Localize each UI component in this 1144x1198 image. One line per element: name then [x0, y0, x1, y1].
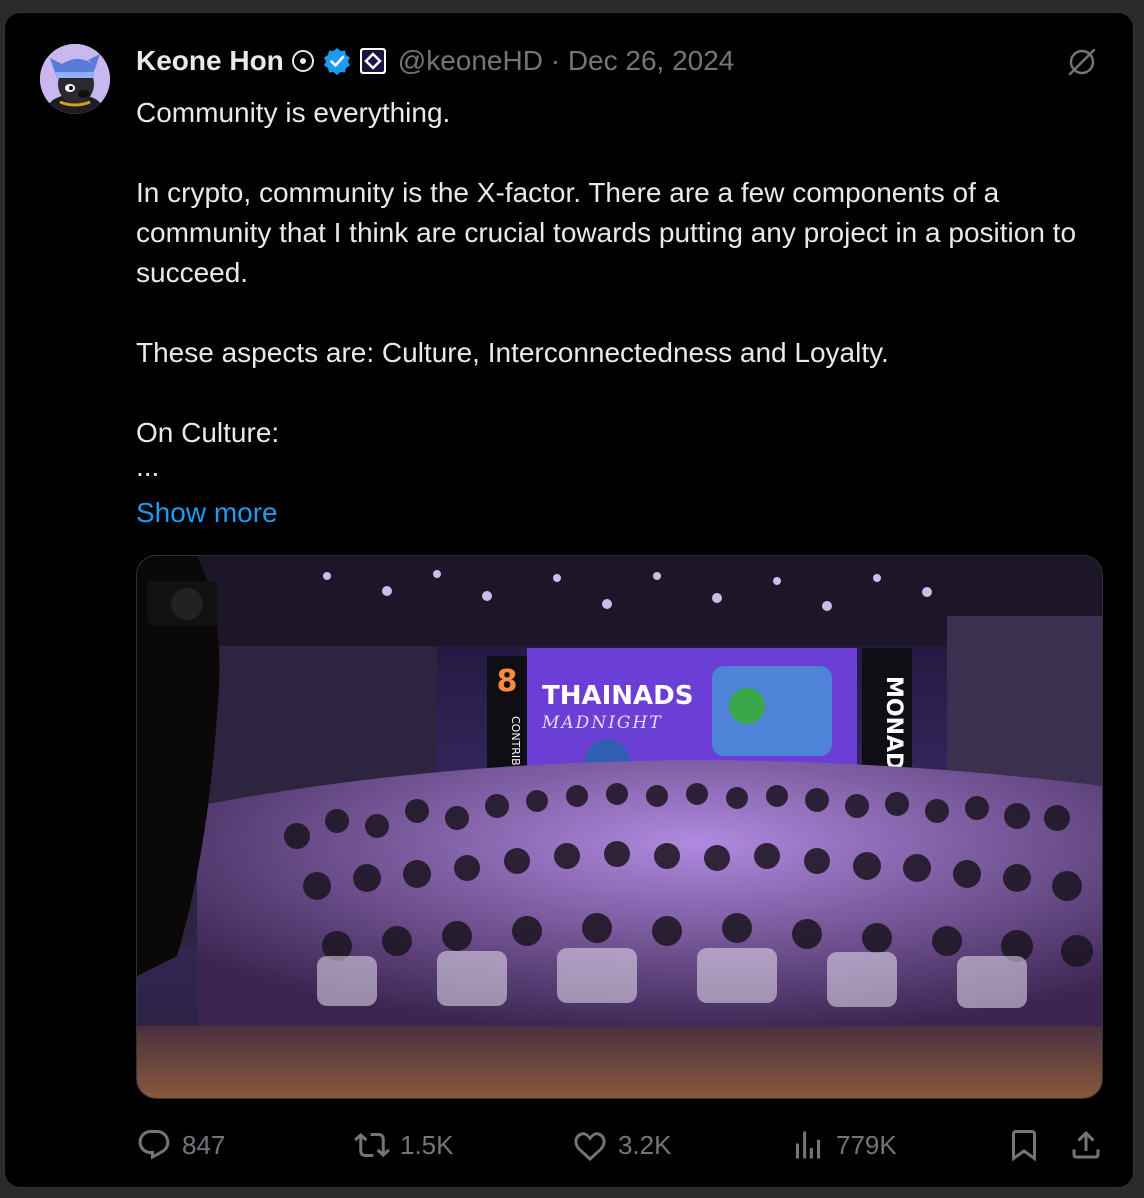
action-bar: 847 1.5K 3.2K 779K [136, 1123, 1106, 1167]
views-button[interactable]: 779K [790, 1123, 897, 1167]
paragraph [136, 373, 1106, 413]
verified-icon[interactable] [322, 46, 352, 76]
paragraph: ... [136, 451, 160, 482]
reply-count: 847 [182, 1129, 226, 1160]
grok-icon[interactable] [1065, 45, 1099, 84]
tweet-card[interactable]: Keone Hon @keoneHD · Dec 26, 2024 Commun… [4, 12, 1134, 1188]
views-count: 779K [836, 1129, 897, 1160]
show-more-link[interactable]: Show more [136, 493, 1106, 533]
paragraph: Community is everything. [136, 97, 451, 128]
reply-button[interactable]: 847 [136, 1123, 225, 1167]
affiliate-badge-icon[interactable] [358, 46, 388, 76]
tweet-photo[interactable]: 8 CONTRIB DAO THAINADS MADNIGHT MONAD [136, 555, 1103, 1099]
handle-and-date[interactable]: @keoneHD · Dec 26, 2024 [398, 45, 735, 77]
paragraph: In crypto, community is the X-factor. Th… [136, 177, 1077, 288]
reply-icon [138, 1130, 170, 1160]
bookmark-icon [1012, 1130, 1036, 1162]
repost-count: 1.5K [400, 1129, 454, 1160]
avatar[interactable] [40, 44, 110, 114]
tweet-header: Keone Hon @keoneHD · Dec 26, 2024 [136, 43, 734, 79]
automated-icon [290, 48, 316, 74]
paragraph: On Culture: [136, 417, 280, 448]
svg-text:MONAD: MONAD [881, 676, 906, 770]
paragraph [136, 133, 1106, 173]
like-button[interactable]: 3.2K [572, 1123, 672, 1167]
svg-text:8: 8 [497, 664, 518, 699]
repost-icon [354, 1132, 390, 1158]
svg-text:MADNIGHT: MADNIGHT [541, 713, 663, 733]
avatar-image [40, 44, 110, 114]
event-photo: 8 CONTRIB DAO THAINADS MADNIGHT MONAD [137, 556, 1102, 1098]
views-icon [796, 1131, 820, 1159]
tweet-body: Community is everything. In crypto, comm… [136, 93, 1106, 533]
like-icon [574, 1132, 606, 1162]
author-name[interactable]: Keone Hon [136, 45, 284, 77]
share-icon [1072, 1130, 1100, 1159]
paragraph [136, 293, 1106, 333]
bookmark-button[interactable] [1006, 1123, 1052, 1167]
share-button[interactable] [1068, 1123, 1114, 1167]
paragraph: These aspects are: Culture, Interconnect… [136, 337, 889, 368]
repost-button[interactable]: 1.5K [354, 1123, 454, 1167]
svg-text:THAINADS: THAINADS [542, 681, 693, 711]
like-count: 3.2K [618, 1129, 672, 1160]
